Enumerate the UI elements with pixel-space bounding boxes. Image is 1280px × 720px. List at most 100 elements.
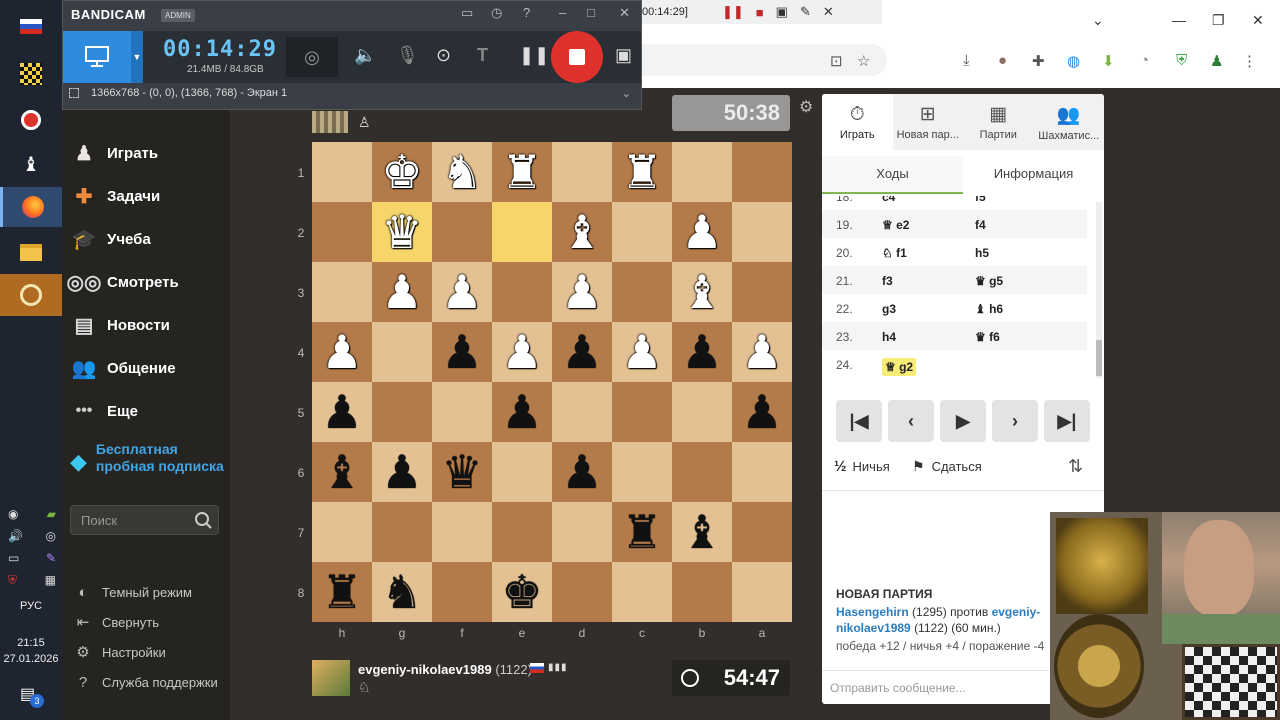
black-move[interactable]: f4 [975, 218, 986, 232]
square-g7[interactable] [372, 502, 432, 562]
square-e8[interactable]: ♚ [492, 562, 552, 622]
square-f5[interactable] [432, 382, 492, 442]
firefox-icon[interactable] [0, 187, 62, 227]
square-g4[interactable] [372, 322, 432, 382]
free-trial-link[interactable]: ◆ Бесплатная пробная подписка [70, 441, 225, 475]
black-rook-icon[interactable]: ♜ [321, 569, 362, 615]
black-move[interactable]: ♝ h6 [975, 302, 1003, 316]
sync-extension-icon[interactable]: ◔ [1140, 52, 1149, 69]
search-input[interactable]: Поиск [70, 505, 219, 535]
offer-draw-button[interactable]: ½ Ничья [834, 458, 890, 475]
square-f6[interactable]: ♛ [432, 442, 492, 502]
square-a2[interactable] [732, 202, 792, 262]
sidebar-item-play[interactable]: ♟ Играть [70, 138, 158, 168]
square-h5[interactable]: ♟ [312, 382, 372, 442]
camera-icon[interactable]: ▣ [776, 4, 788, 20]
profile-extension-icon[interactable]: ● [998, 52, 1007, 69]
move-list-scroll-thumb[interactable] [1096, 340, 1102, 376]
install-app-icon[interactable]: ⊡ [830, 52, 843, 70]
close-mini-icon[interactable]: ✕ [823, 4, 834, 20]
chess-extension-icon[interactable]: ♟ [1210, 52, 1223, 70]
square-b3[interactable]: ♝ [672, 262, 732, 322]
help-icon[interactable]: ? [523, 5, 530, 20]
white-bishop-icon[interactable]: ♝ [681, 269, 722, 315]
tab-games[interactable]: ▦ Партии [963, 94, 1034, 150]
white-pawn-icon[interactable]: ♟ [681, 209, 722, 255]
shield-extension-icon[interactable]: ⛨ [1176, 52, 1187, 69]
square-c5[interactable] [612, 382, 672, 442]
square-e5[interactable]: ♟ [492, 382, 552, 442]
wifi-icon[interactable]: ◎ [46, 529, 56, 543]
square-c2[interactable] [612, 202, 672, 262]
black-pawn-icon[interactable]: ♟ [321, 389, 362, 435]
white-move[interactable]: f3 [882, 274, 893, 288]
opponent-avatar[interactable] [312, 111, 348, 133]
square-g5[interactable] [372, 382, 432, 442]
black-move[interactable]: ♛ g5 [975, 274, 1003, 288]
puzzle-extension-icon[interactable]: ✚ [1032, 52, 1045, 70]
square-b7[interactable]: ♝ [672, 502, 732, 562]
square-e2[interactable] [492, 202, 552, 262]
black-move[interactable]: h5 [975, 246, 989, 260]
sidebar-item-social[interactable]: 👥 Общение [70, 353, 176, 383]
white-rook-icon[interactable]: ♜ [501, 149, 542, 195]
square-d4[interactable]: ♟ [552, 322, 612, 382]
sidebar-item-news[interactable]: ▤ Новости [70, 310, 170, 340]
white-move[interactable]: ♕ e2 [882, 218, 909, 232]
chess-piece-icon[interactable]: ♝ [0, 144, 62, 184]
clock-time[interactable]: 21:15 [0, 637, 62, 649]
sidebar-item-more[interactable]: ••• Еще [70, 396, 138, 426]
close-window-icon[interactable]: ✕ [1252, 12, 1264, 29]
square-b2[interactable]: ♟ [672, 202, 732, 262]
white-move[interactable]: c4 [882, 196, 895, 204]
screen-mode-button[interactable] [63, 31, 131, 83]
square-h1[interactable] [312, 142, 372, 202]
square-e7[interactable] [492, 502, 552, 562]
restore-icon[interactable]: ❐ [1212, 12, 1225, 29]
black-bishop-icon[interactable]: ♝ [681, 509, 722, 555]
square-b4[interactable]: ♟ [672, 322, 732, 382]
square-d3[interactable]: ♟ [552, 262, 612, 322]
sidebar-item-learn[interactable]: 🎓 Учеба [70, 224, 151, 254]
black-king-icon[interactable]: ♚ [501, 569, 542, 615]
support-link[interactable]: ? Служба поддержки [72, 671, 218, 693]
white-pawn-icon[interactable]: ♟ [501, 329, 542, 375]
square-b6[interactable] [672, 442, 732, 502]
square-h7[interactable] [312, 502, 372, 562]
white-pawn-icon[interactable]: ♟ [621, 329, 662, 375]
history-icon[interactable]: ◷ [491, 5, 502, 21]
white-knight-icon[interactable]: ♞ [441, 149, 482, 195]
white-rook-icon[interactable]: ♜ [621, 149, 662, 195]
square-a8[interactable] [732, 562, 792, 622]
white-queen-icon[interactable]: ♛ [381, 209, 422, 255]
black-pawn-icon[interactable]: ♟ [741, 389, 782, 435]
close-icon[interactable]: ✕ [619, 5, 630, 21]
tab-play[interactable]: ⏱ Играть [822, 94, 893, 150]
square-a4[interactable]: ♟ [732, 322, 792, 382]
black-pawn-icon[interactable]: ♟ [381, 449, 422, 495]
webcam-toggle-icon[interactable]: ◎ [286, 37, 338, 77]
square-b5[interactable] [672, 382, 732, 442]
next-move-button[interactable]: › [992, 400, 1038, 442]
square-h2[interactable] [312, 202, 372, 262]
square-a6[interactable] [732, 442, 792, 502]
square-h4[interactable]: ♟ [312, 322, 372, 382]
volume-icon[interactable]: 🔊 [8, 529, 23, 543]
restore-icon[interactable]: □ [587, 5, 595, 20]
square-d6[interactable]: ♟ [552, 442, 612, 502]
region-select-icon[interactable] [69, 88, 79, 98]
black-move[interactable]: ♛ f6 [975, 330, 1000, 344]
white-move[interactable]: ♘ f1 [882, 246, 907, 260]
square-b1[interactable] [672, 142, 732, 202]
sidebar-item-puzzles[interactable]: ✚ Задачи [70, 181, 161, 211]
minimize-icon[interactable]: – [559, 5, 566, 20]
chess-app-icon[interactable] [0, 54, 62, 94]
download-extension-icon[interactable]: ⬇ [1102, 52, 1115, 70]
square-d5[interactable] [552, 382, 612, 442]
square-d7[interactable] [552, 502, 612, 562]
square-h3[interactable] [312, 262, 372, 322]
black-rook-icon[interactable]: ♜ [621, 509, 662, 555]
white-player-link[interactable]: Hasengehirn [836, 605, 909, 619]
square-f4[interactable]: ♟ [432, 322, 492, 382]
white-pawn-icon[interactable]: ♟ [441, 269, 482, 315]
